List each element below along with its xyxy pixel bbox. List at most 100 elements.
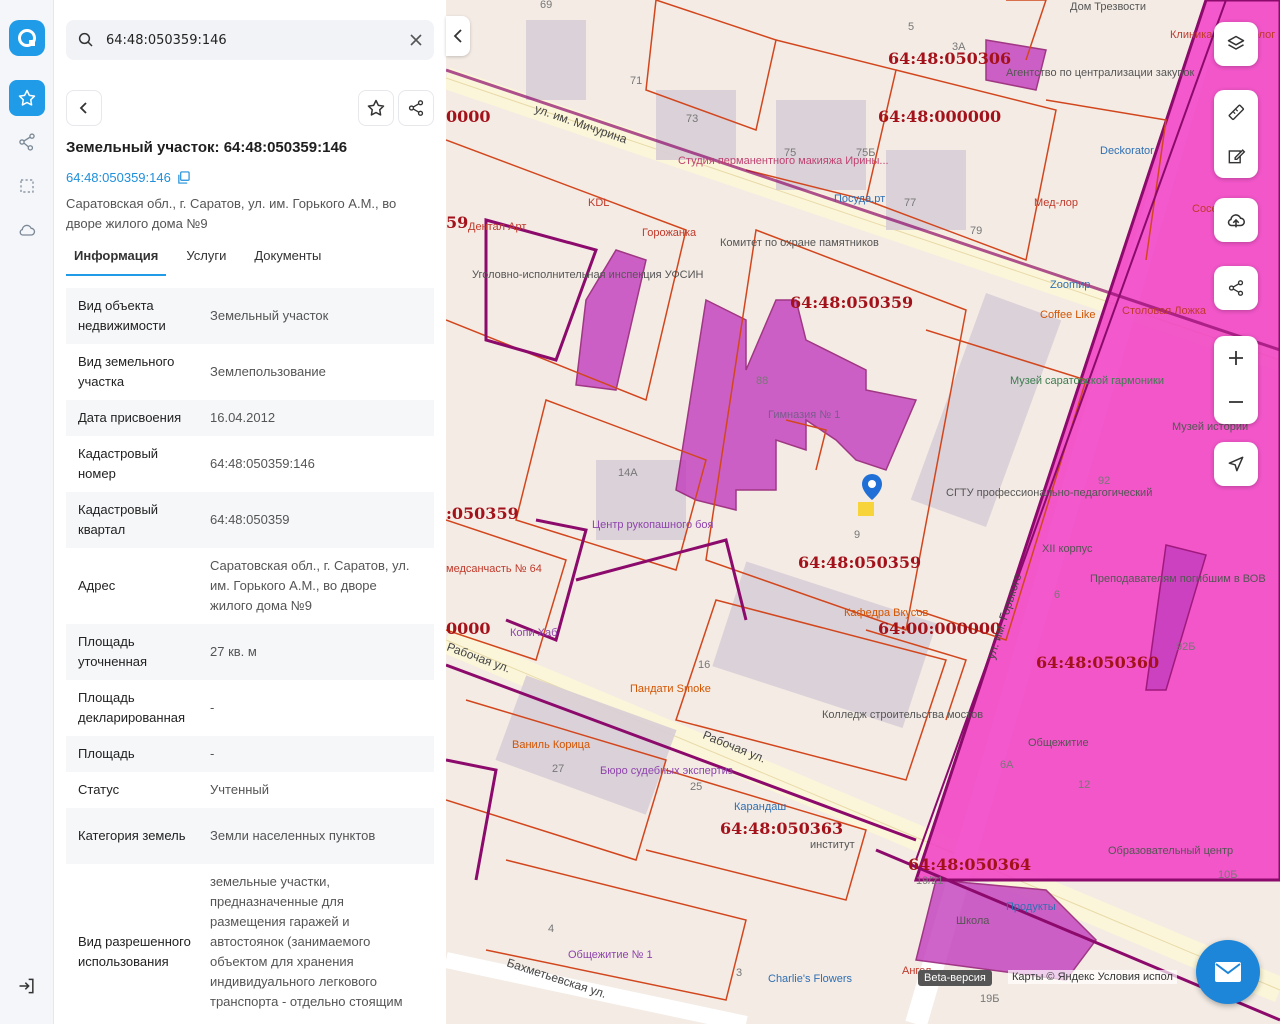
map-share-button[interactable] — [1214, 266, 1258, 310]
poi-label: Музей саратовской гармоники — [1010, 375, 1164, 387]
cad-label: 0000 — [446, 107, 491, 126]
upload-button[interactable] — [1214, 198, 1258, 242]
poi-label: Ваниль Корица — [512, 739, 591, 751]
clear-search-icon[interactable] — [398, 34, 434, 46]
table-row: Площадь уточненная 27 кв. м — [66, 624, 434, 680]
cadastral-number-link[interactable]: 64:48:050359:146 — [66, 170, 190, 185]
copy-icon[interactable] — [177, 171, 190, 184]
favorite-star-button[interactable] — [358, 90, 394, 126]
poi-label: Центр рукопашного боя — [592, 519, 714, 531]
house-number: 3 — [736, 967, 742, 979]
property-value: земельные участки, предназначенные для р… — [210, 874, 403, 1009]
cloud-upload-icon — [1227, 214, 1246, 228]
house-number: 16 — [698, 659, 710, 671]
house-number: 79 — [970, 225, 982, 237]
poi-label: Посуда.рт — [834, 193, 885, 205]
cad-label: 64:48:050306 — [888, 49, 1011, 68]
measure-tools-group — [1214, 90, 1258, 178]
share-button[interactable] — [398, 90, 434, 126]
property-key: Вид земельного участка — [78, 354, 175, 389]
logout-icon[interactable] — [9, 968, 45, 1004]
poi-label: Общежитие № 1 — [568, 949, 653, 961]
tab-services[interactable]: Услуги — [178, 240, 234, 276]
property-key: Кадастровый номер — [78, 446, 159, 481]
house-number: 10Б — [1218, 869, 1237, 881]
tab-documents[interactable]: Документы — [246, 240, 329, 276]
house-number: 12 — [1078, 779, 1090, 791]
cad-label: 64:48:050360 — [1036, 653, 1159, 672]
property-key: Статус — [78, 782, 120, 797]
poi-label: Кафедра Вкусов — [844, 607, 929, 619]
ruler-icon — [1228, 104, 1245, 121]
table-row: Площадь декларированная - — [66, 680, 434, 736]
table-row: Площадь - — [66, 736, 434, 772]
table-row: Дата присвоения 16.04.2012 — [66, 400, 434, 436]
property-key: Категория земель — [78, 828, 186, 843]
share-icon — [1228, 280, 1244, 296]
table-row: Вид земельного участка Землепользование — [66, 344, 434, 400]
poi-label: медсанчасть № 64 — [446, 563, 542, 575]
property-value: 64:48:050359 — [210, 512, 290, 527]
property-key: Площадь декларированная — [78, 690, 186, 725]
property-value: Учтенный — [210, 782, 270, 797]
edit-button[interactable] — [1214, 134, 1258, 178]
property-key: Площадь — [78, 746, 135, 761]
house-number: 4 — [548, 923, 554, 935]
info-panel: Земельный участок: 64:48:050359:146 64:4… — [54, 0, 446, 1024]
favorites-button[interactable] — [9, 80, 45, 116]
locate-me-button[interactable] — [1214, 442, 1258, 486]
poi-label: Копи Хаб — [510, 627, 557, 639]
zoom-out-button[interactable] — [1214, 380, 1258, 424]
tab-information[interactable]: Информация — [66, 240, 167, 276]
property-value: - — [210, 746, 215, 761]
zoom-controls — [1214, 336, 1258, 424]
cad-label: :050359 — [446, 504, 519, 523]
poi-label: Агентство по централизации закупок — [1006, 67, 1194, 79]
map-canvas[interactable]: 64:48:050306 64:48:000000 64:48:050359 6… — [446, 0, 1280, 1024]
poi-label: Колледж строительства мостов — [822, 709, 983, 721]
app-logo[interactable] — [9, 20, 45, 56]
map-view[interactable]: 64:48:050306 64:48:000000 64:48:050359 6… — [446, 0, 1280, 1024]
cad-label: 0000 — [446, 619, 491, 638]
layers-icon — [1227, 35, 1245, 50]
house-number: 92 — [1098, 475, 1110, 487]
poi-label: Образовательный центр — [1108, 845, 1233, 857]
zoom-in-button[interactable] — [1214, 336, 1258, 380]
poi-label: Горожанка — [642, 227, 697, 239]
poi-label: СГТУ профессионально-педагогический — [946, 487, 1152, 499]
poi-label: Гимназия № 1 — [768, 409, 840, 421]
cad-label: 64:00:000000 — [878, 619, 1001, 638]
route-icon[interactable] — [9, 124, 45, 160]
cadastral-number-text[interactable]: 64:48:050359:146 — [66, 170, 171, 185]
cad-label: 59 — [446, 213, 468, 232]
table-row: Вид объекта недвижимости Земельный участо… — [66, 288, 434, 344]
plus-icon — [1229, 351, 1243, 365]
navigation-arrow-icon — [1228, 456, 1244, 472]
ruler-button[interactable] — [1214, 90, 1258, 134]
collapse-panel-button[interactable] — [446, 16, 470, 56]
house-number: 6 — [1054, 589, 1060, 601]
cad-label: 64:48:000000 — [878, 107, 1001, 126]
poi-label: Столовая Ложка — [1122, 305, 1207, 317]
cloud-icon[interactable] — [9, 212, 45, 248]
poi-label: Charlie's Flowers — [768, 973, 853, 985]
property-value: Земельный участок — [210, 308, 329, 323]
house-number: 88 — [756, 375, 768, 387]
house-number: 5 — [908, 21, 914, 33]
house-number: 9 — [854, 529, 860, 541]
layers-button[interactable] — [1214, 22, 1258, 66]
edit-icon — [1228, 149, 1246, 164]
map-copyright[interactable]: Карты © Яндекс Условия испол — [1008, 970, 1177, 984]
object-title: Земельный участок: 64:48:050359:146 — [66, 139, 348, 156]
search-input[interactable] — [106, 32, 398, 48]
house-number: 75 — [784, 147, 796, 159]
poi-label: Преподавателям погибшим в ВОВ — [1090, 573, 1266, 585]
property-value: Саратовская обл., г. Саратов, ул. им. Го… — [210, 558, 410, 613]
house-number: 27 — [552, 763, 564, 775]
properties-table: Вид объекта недвижимости Земельный участо… — [66, 288, 434, 1020]
select-area-icon[interactable] — [9, 168, 45, 204]
back-button[interactable] — [66, 90, 102, 126]
poi-label: Карандаш — [734, 801, 786, 813]
feedback-mail-button[interactable] — [1196, 940, 1260, 1004]
poi-label: Продукты — [1006, 901, 1056, 913]
